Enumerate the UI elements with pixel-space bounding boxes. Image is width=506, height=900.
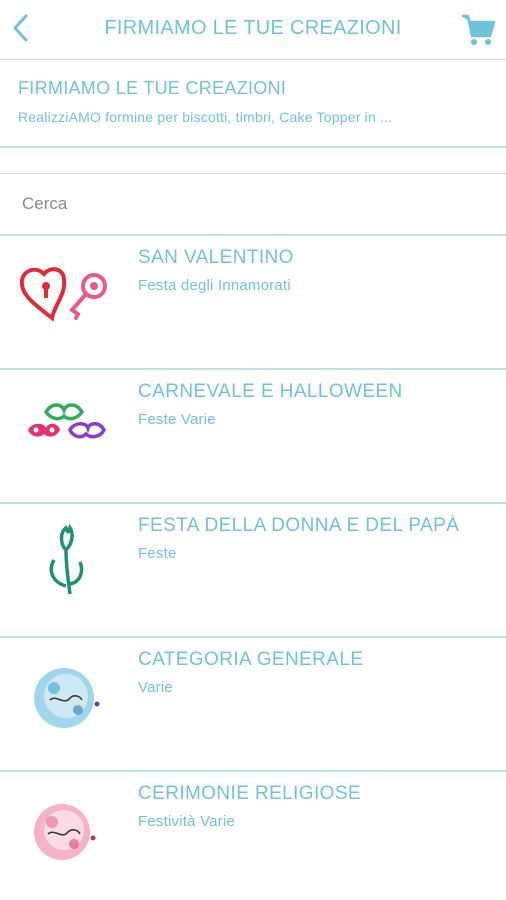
category-item[interactable]: CATEGORIA GENERALE Varie xyxy=(0,638,506,772)
hearts-keys-image xyxy=(14,246,114,346)
category-title: CATEGORIA GENERALE xyxy=(138,649,364,670)
category-item[interactable]: CERIMONIE RELIGIOSE Festività Varie xyxy=(0,772,506,900)
cart-button[interactable] xyxy=(460,10,496,48)
search-input[interactable] xyxy=(0,174,506,234)
category-title: CARNEVALE E HALLOWEEN xyxy=(138,381,403,402)
category-item[interactable]: CARNEVALE E HALLOWEEN Feste Varie xyxy=(0,370,506,504)
tulip-image xyxy=(14,514,114,614)
category-subtitle: Festività Varie xyxy=(138,813,235,830)
cart-icon xyxy=(462,14,496,45)
category-item[interactable]: SAN VALENTINO Festa degli Innamorati xyxy=(0,236,506,370)
category-subtitle: Festa degli Innamorati xyxy=(138,277,291,294)
search-bar xyxy=(0,173,506,236)
category-title: CERIMONIE RELIGIOSE xyxy=(138,783,361,804)
category-subtitle: Feste xyxy=(138,545,177,562)
category-title: SAN VALENTINO xyxy=(138,247,294,268)
category-subtitle: Feste Varie xyxy=(138,411,216,428)
category-list: SAN VALENTINO Festa degli Innamorati CAR… xyxy=(0,236,506,900)
pink-seal-logo xyxy=(14,782,114,882)
shop-description: RealizziAMO formine per biscotti, timbri… xyxy=(18,109,393,125)
category-title: FESTA DELLA DONNA E DEL PAPÀ xyxy=(138,515,460,536)
page-title: FIRMIAMO LE TUE CREAZIONI xyxy=(104,17,402,39)
shop-name: FIRMIAMO LE TUE CREAZIONI xyxy=(18,78,287,98)
masks-image xyxy=(14,380,114,480)
top-app-bar: FIRMIAMO LE TUE CREAZIONI xyxy=(0,0,506,60)
category-subtitle: Varie xyxy=(138,679,173,696)
blue-seal-logo xyxy=(14,648,114,748)
shop-header: FIRMIAMO LE TUE CREAZIONI RealizziAMO fo… xyxy=(0,60,506,148)
category-item[interactable]: FESTA DELLA DONNA E DEL PAPÀ Feste xyxy=(0,504,506,638)
